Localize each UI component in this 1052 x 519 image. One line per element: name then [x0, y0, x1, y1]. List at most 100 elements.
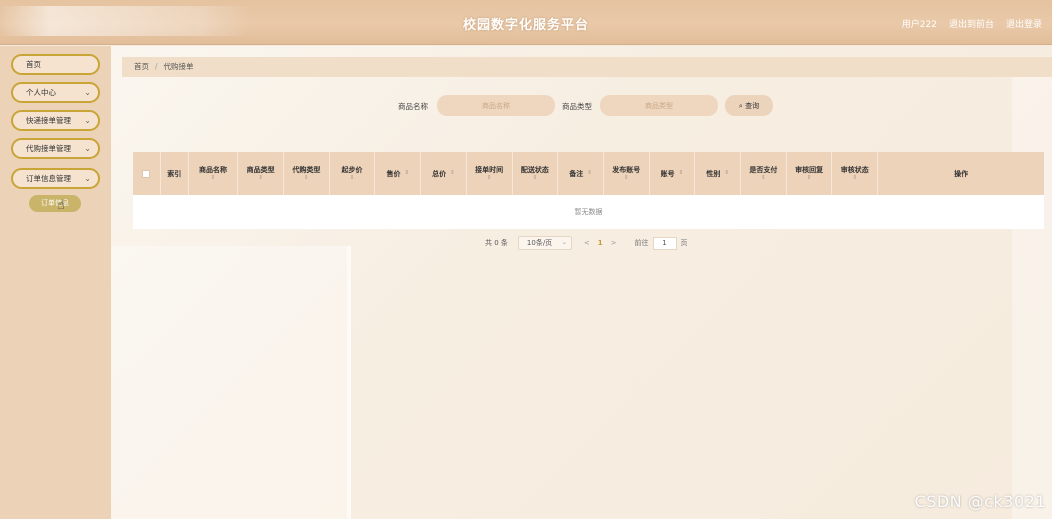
search-button[interactable]: ⌕ 查询 [725, 95, 773, 116]
sort-icon[interactable]: ⇕ [211, 175, 216, 182]
hand-cursor-icon: ☝ [57, 198, 65, 213]
total-count: 共 0 条 [485, 239, 508, 247]
sidebar-item-home[interactable]: 首页 [11, 54, 100, 75]
sidebar-item-label: 代购接单管理 [26, 144, 71, 153]
column-header-label: 审核回复 [795, 166, 824, 174]
sort-icon[interactable]: ⇕ [533, 175, 538, 182]
sidebar-item-personal-center[interactable]: 个人中心 ⌄ [11, 82, 100, 103]
top-header-bar: 校园数字化服务平台 用户222 退出到前台 退出登录 [0, 0, 1052, 45]
breadcrumb-home[interactable]: 首页 [134, 62, 149, 71]
pagination: 共 0 条 10条/页 ⌄ < 1 > 前往 1 页 [485, 236, 688, 250]
column-header[interactable]: 代购类型 ⇕ [284, 152, 330, 195]
next-page-button[interactable]: > [611, 239, 617, 247]
sidebar-item-label: 个人中心 [26, 88, 56, 97]
sort-icon[interactable]: ⇕ [450, 170, 455, 177]
chevron-down-icon: ⌄ [84, 144, 91, 153]
column-header-label: 售价 [386, 169, 401, 178]
main-content: 首页/代购接单 商品名称 商品类型 ⌕ 查询 索引 商品名称⇕ 商品类型⇕ 代购… [111, 46, 1052, 519]
page-number[interactable]: 1 [598, 239, 603, 247]
select-all-cell [133, 152, 161, 195]
sort-icon[interactable]: ⇕ [624, 175, 629, 182]
sidebar-item-order-info[interactable]: 订单信息管理 ⌄ [11, 168, 100, 189]
data-table: 索引 商品名称 ⇕ 商品类型 ⇕ 代购类型 ⇕ 起步价 ⇕ 售价 ⇕ 总价 ⇕ 接单时间 ⇕ … [133, 152, 1044, 230]
chevron-down-icon: ⌄ [84, 116, 91, 125]
chevron-down-icon: ⌄ [561, 239, 567, 246]
table-empty-row: 暂无数据 [133, 195, 1044, 229]
username-label: 用户222 [901, 20, 937, 30]
sort-icon[interactable]: ⇕ [724, 170, 729, 177]
sort-icon[interactable]: ⇕ [350, 175, 355, 182]
column-header-label: 商品名称 [198, 166, 227, 174]
watermark: CSDN @ck3021 [914, 492, 1046, 511]
sort-icon[interactable]: ⇕ [807, 175, 812, 182]
column-header-label: 索引 [167, 169, 182, 178]
column-header[interactable]: 发布账号 ⇕ [604, 152, 650, 195]
column-header-label: 接单时间 [475, 166, 504, 174]
sort-icon[interactable]: ⇕ [258, 175, 263, 182]
column-header[interactable]: 审核状态 ⇕ [832, 152, 879, 195]
header-user-links: 用户222 退出到前台 退出登录 [902, 17, 1042, 30]
chevron-down-icon: ⌄ [84, 88, 91, 97]
table-header-row: 索引 商品名称 ⇕ 商品类型 ⇕ 代购类型 ⇕ 起步价 ⇕ 售价 ⇕ 总价 ⇕ 接单时间 ⇕ … [133, 152, 1044, 195]
column-header[interactable]: 商品类型 ⇕ [238, 152, 284, 195]
product-name-label: 商品名称 [398, 102, 428, 111]
column-header[interactable]: 商品名称 ⇕ [189, 152, 239, 195]
sort-icon[interactable]: ⇕ [852, 175, 857, 182]
sidebar-item-label: 首页 [26, 60, 41, 69]
sort-icon[interactable]: ⇕ [487, 175, 492, 182]
column-header: 索引 [161, 152, 189, 195]
column-header-label: 总价 [432, 169, 447, 178]
column-header[interactable]: 审核回复 ⇕ [787, 152, 833, 195]
sidebar-item-label: 订单信息管理 [26, 174, 71, 183]
breadcrumb-separator: / [155, 62, 158, 71]
column-header-label: 起步价 [341, 166, 363, 174]
sort-icon[interactable]: ⇕ [587, 170, 592, 177]
column-header[interactable]: 账号 ⇕ [650, 152, 696, 195]
site-title: 校园数字化服务平台 [462, 18, 589, 33]
column-header[interactable]: 备注 ⇕ [558, 152, 604, 195]
column-header-label: 商品类型 [246, 166, 275, 174]
page-unit-label: 页 [680, 239, 688, 247]
column-header[interactable]: 总价 ⇕ [421, 152, 467, 195]
sidebar-subitem-order-info[interactable]: 订单信息 [29, 195, 81, 212]
column-header[interactable]: 配送状态 ⇕ [513, 152, 559, 195]
prev-page-button[interactable]: < [584, 239, 590, 247]
sidebar: 首页 个人中心 ⌄ 快递接单管理 ⌄ 代购接单管理 ⌄ 订单信息管理 ⌄ 订单信… [0, 46, 111, 519]
column-header-label: 代购类型 [292, 166, 321, 174]
column-header-label: 备注 [569, 169, 584, 178]
column-header[interactable]: 售价 ⇕ [375, 152, 422, 195]
page-size-value: 10条/页 [526, 239, 553, 247]
sort-icon[interactable]: ⇕ [761, 175, 766, 182]
product-type-input[interactable] [600, 95, 718, 116]
empty-state-text: 暂无数据 [574, 208, 603, 216]
product-name-input[interactable] [437, 95, 555, 116]
select-all-checkbox[interactable] [142, 169, 151, 178]
sort-icon[interactable]: ⇕ [304, 175, 309, 182]
sort-icon[interactable]: ⇕ [679, 170, 684, 177]
breadcrumb: 首页 / 代购接单 [122, 57, 1052, 77]
search-button-label: 查询 [745, 101, 760, 110]
column-header[interactable]: 起步价 ⇕ [330, 152, 376, 195]
column-header-label: 账号 [660, 169, 675, 178]
column-header-label: 操作 [954, 169, 969, 178]
chevron-down-icon: ⌄ [84, 174, 91, 183]
product-type-label: 商品类型 [562, 102, 592, 111]
sidebar-item-proxy-purchase-orders[interactable]: 代购接单管理 ⌄ [11, 138, 100, 159]
breadcrumb-current: 代购接单 [163, 62, 194, 71]
page-size-select[interactable]: 10条/页 ⌄ [517, 236, 572, 250]
sidebar-item-express-orders[interactable]: 快递接单管理 ⌄ [11, 110, 100, 131]
sort-icon[interactable]: ⇕ [404, 170, 409, 177]
column-header[interactable]: 性别 ⇕ [695, 152, 742, 195]
column-header-label: 是否支付 [749, 166, 778, 174]
sidebar-item-label: 快递接单管理 [26, 116, 71, 125]
exit-to-front-link[interactable]: 退出到前台 [949, 17, 994, 30]
goto-label: 前往 [634, 239, 649, 247]
column-header[interactable]: 接单时间 ⇕ [467, 152, 513, 195]
goto-page-input[interactable]: 1 [652, 236, 677, 250]
column-header: 操作 [878, 152, 1044, 195]
search-icon: ⌕ [738, 101, 743, 110]
column-header-label: 审核状态 [840, 166, 869, 174]
logout-link[interactable]: 退出登录 [1006, 17, 1042, 30]
background-decoration [1012, 76, 1052, 519]
column-header[interactable]: 是否支付 ⇕ [741, 152, 787, 195]
